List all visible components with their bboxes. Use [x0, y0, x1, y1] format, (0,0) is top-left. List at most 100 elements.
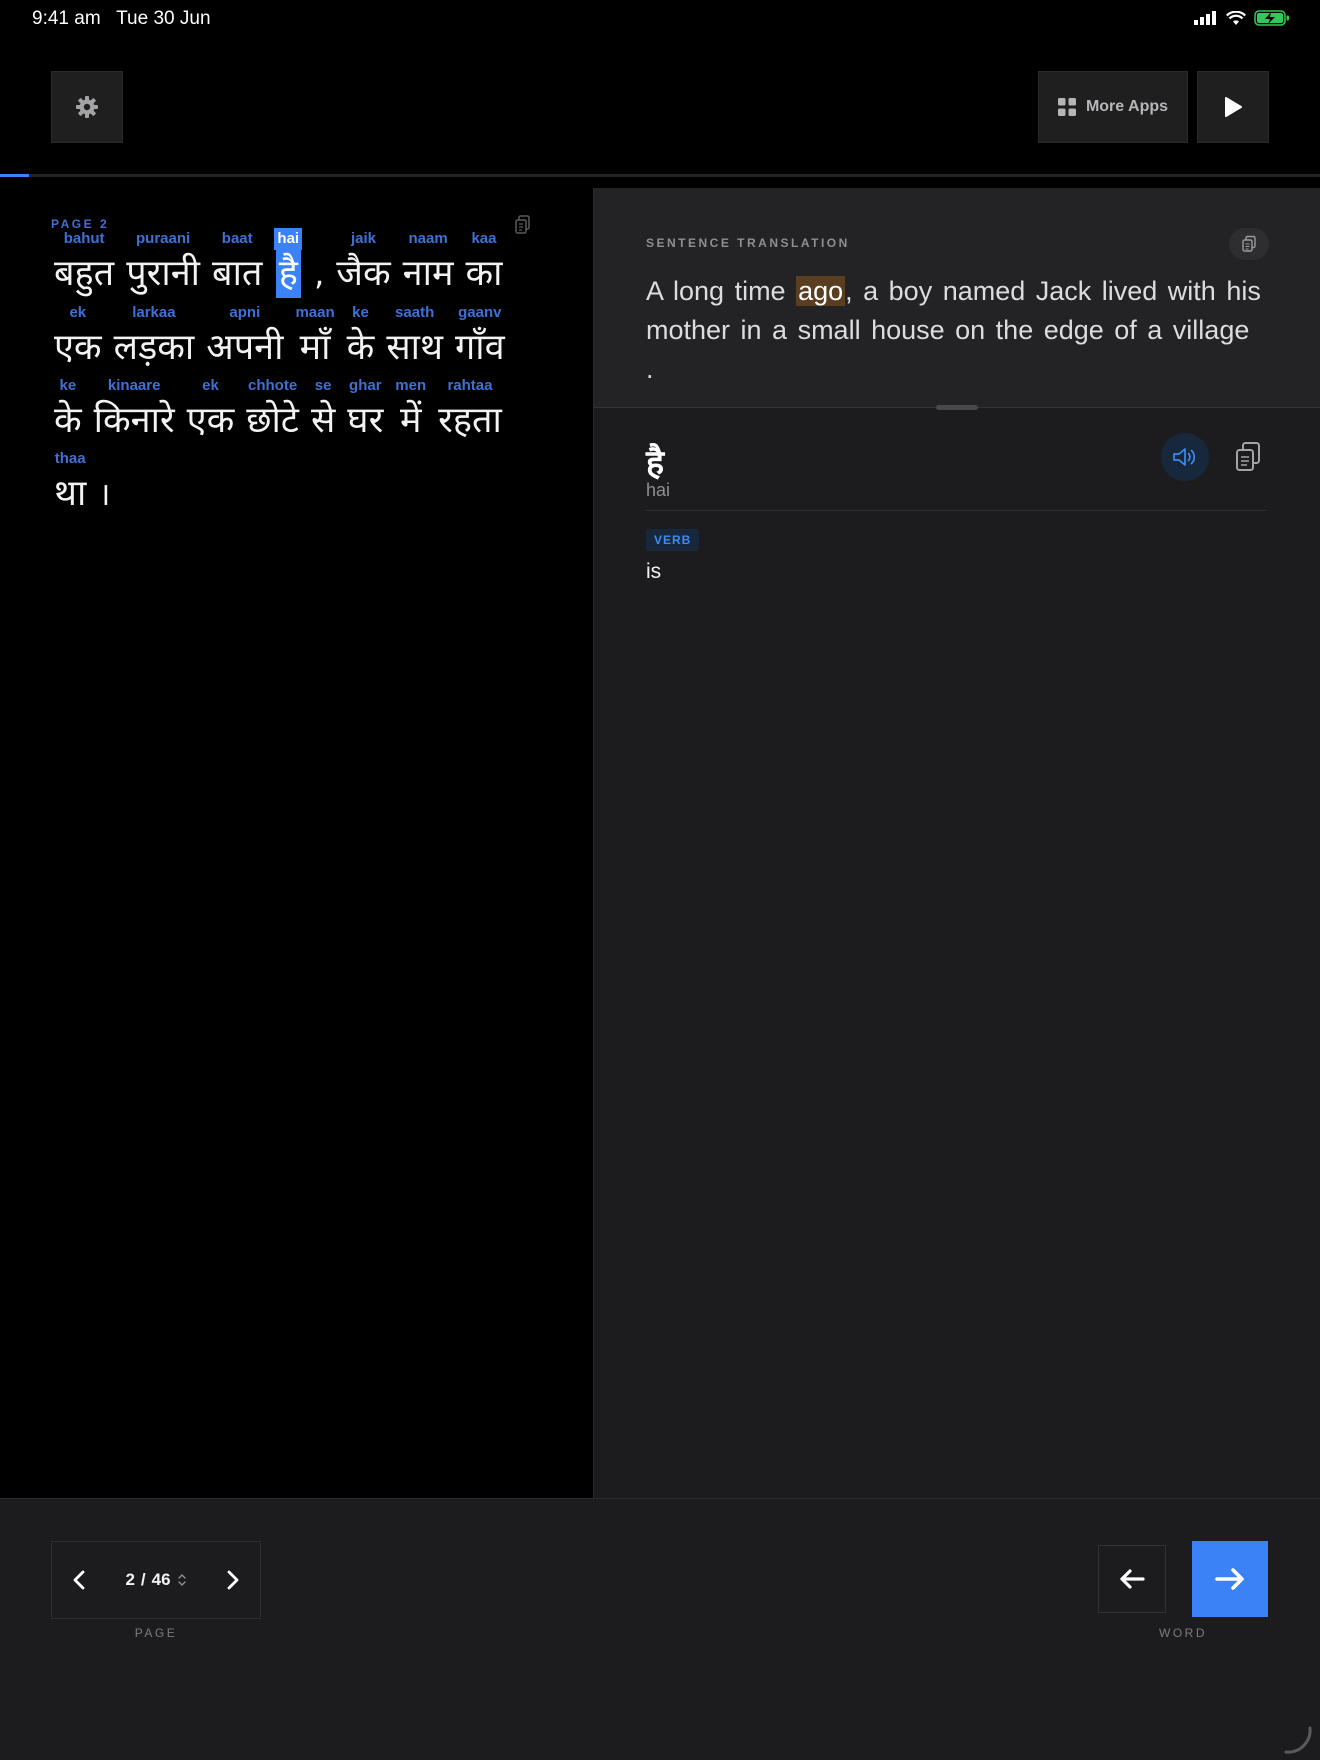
- hindi-word: बहुत: [54, 253, 115, 294]
- page-pager: 2 / 46: [51, 1541, 261, 1619]
- hindi-word: में: [399, 400, 422, 441]
- reading-progress-bar: [0, 174, 1320, 177]
- reader-word[interactable]: apni अपनी: [206, 302, 283, 372]
- word-divider: [646, 510, 1266, 511]
- reader-word[interactable]: se से: [311, 375, 335, 445]
- transliteration: chhote: [248, 377, 298, 394]
- status-time: 9:41 am Tue 30 Jun: [32, 8, 211, 30]
- transliteration: ke: [352, 304, 369, 321]
- transliteration: ke: [59, 377, 77, 394]
- transliteration: rahtaa: [447, 377, 493, 394]
- previous-word-button[interactable]: [1098, 1545, 1166, 1613]
- hindi-word: से: [310, 400, 336, 441]
- reading-progress-fill: [0, 174, 30, 177]
- reader-word[interactable]: rahtaa रहता: [438, 375, 502, 445]
- reader-panel: PAGE 2 bahut बहुत puraani पुरानी baat बात hai ह…: [0, 188, 593, 1498]
- reader-word-selected[interactable]: hai है: [274, 228, 303, 298]
- punctuation: ।: [98, 475, 111, 513]
- hindi-word: बात: [212, 253, 263, 294]
- selected-word-romanized: hai: [646, 480, 671, 500]
- transliteration: men: [395, 377, 427, 394]
- reader-word[interactable]: baat बात: [212, 228, 262, 298]
- reader-word[interactable]: chhote छोटे: [246, 375, 299, 445]
- next-word-button[interactable]: [1192, 1541, 1268, 1617]
- transliteration: larkaa: [132, 304, 176, 321]
- reader-word[interactable]: ek एक: [54, 302, 102, 372]
- hindi-word: एक: [186, 400, 235, 441]
- sentence-translation-card: SENTENCE TRANSLATION A long time ago, a …: [594, 188, 1320, 410]
- transliteration: maan: [295, 304, 335, 321]
- word-meaning: is: [646, 560, 662, 583]
- page-selector[interactable]: 2 / 46: [125, 1570, 186, 1590]
- punctuation: ,: [314, 255, 325, 293]
- hindi-word: था: [54, 473, 87, 514]
- arrow-right-icon: [1215, 1568, 1244, 1590]
- reader-word[interactable]: kinaare किनारे: [94, 375, 175, 445]
- copy-word-icon[interactable]: [1232, 440, 1264, 474]
- hindi-word: साथ: [386, 327, 443, 368]
- reader-word[interactable]: larkaa लड़का: [114, 302, 195, 372]
- resize-grip-icon: [1284, 1726, 1312, 1754]
- arrow-left-icon: [1120, 1569, 1145, 1589]
- hindi-word: पुरानी: [126, 253, 201, 294]
- hindi-word: माँ: [299, 327, 331, 368]
- transliteration: jaik: [350, 230, 376, 247]
- reader-word[interactable]: ke के: [347, 302, 375, 372]
- translation-heading: SENTENCE TRANSLATION: [646, 236, 850, 250]
- hindi-word: रहता: [438, 400, 502, 441]
- speak-word-button[interactable]: [1161, 433, 1209, 481]
- hindi-word: के: [54, 400, 82, 441]
- transliteration: thaa: [54, 450, 86, 467]
- speaker-icon: [1173, 448, 1196, 466]
- status-date: Tue 30 Jun: [116, 8, 211, 29]
- hindi-word: जैक: [336, 253, 391, 294]
- grid-icon: [1057, 98, 1076, 116]
- reader-word[interactable]: saath साथ: [386, 302, 443, 372]
- battery-charging-icon: [1254, 10, 1289, 26]
- reader-line: bahut बहुत puraani पुरानी baat बात hai है, jaik ज…: [54, 228, 514, 298]
- current-page: 2: [125, 1570, 135, 1589]
- reader-word[interactable]: ghar घर: [347, 375, 383, 445]
- reader-word[interactable]: kaa का: [466, 228, 503, 298]
- reader-word[interactable]: gaanv गाँव: [455, 302, 505, 372]
- transliteration: ghar: [349, 377, 382, 394]
- reader-word[interactable]: bahut बहुत: [54, 228, 114, 298]
- copy-icon: [1242, 235, 1256, 252]
- wifi-icon: [1226, 10, 1246, 25]
- reader-word[interactable]: maan माँ: [295, 302, 334, 372]
- reader-word[interactable]: naam नाम: [403, 228, 454, 298]
- copy-page-icon[interactable]: [512, 214, 534, 236]
- status-bar: 9:41 am Tue 30 Jun: [0, 0, 1320, 44]
- copy-translation-button[interactable]: [1229, 228, 1269, 260]
- page-nav-label: PAGE: [134, 1626, 178, 1640]
- detail-panel: SENTENCE TRANSLATION A long time ago, a …: [593, 188, 1320, 1498]
- resize-handle[interactable]: [936, 405, 978, 410]
- previous-page-icon[interactable]: [70, 1568, 90, 1592]
- gear-icon: [76, 96, 98, 118]
- cellular-signal-icon: [1194, 11, 1216, 25]
- reader-word[interactable]: ke के: [54, 375, 82, 445]
- hindi-word: छोटे: [246, 400, 299, 441]
- reader-line: thaa था ।: [54, 448, 122, 518]
- reader-word[interactable]: men में: [395, 375, 426, 445]
- reader-line: ke के kinaare किनारे ek एक chhote छोटे se से ghar घ…: [54, 375, 514, 445]
- hindi-word: घर: [347, 400, 384, 441]
- hindi-word: के: [346, 327, 375, 368]
- settings-button[interactable]: [51, 71, 123, 143]
- reader-word[interactable]: ek एक: [187, 375, 235, 445]
- reader-word[interactable]: puraani पुरानी: [126, 228, 200, 298]
- transliteration: hai: [274, 228, 303, 250]
- hindi-word: अपनी: [206, 327, 284, 368]
- reader-word[interactable]: jaik जैक: [336, 228, 390, 298]
- status-icons: [1194, 10, 1290, 26]
- translation-highlight-word[interactable]: ago: [796, 276, 846, 306]
- next-page-icon[interactable]: [222, 1568, 242, 1592]
- transliteration: baat: [221, 230, 253, 247]
- reader-line: ek एक larkaa लड़का apni अपनी maan माँ ke के saath स…: [54, 302, 517, 372]
- more-apps-button[interactable]: More Apps: [1038, 71, 1188, 143]
- transliteration: kaa: [471, 230, 497, 247]
- play-button[interactable]: [1197, 71, 1269, 143]
- reader-word[interactable]: thaa था: [54, 448, 86, 518]
- transliteration: kinaare: [107, 377, 161, 394]
- hindi-word: नाम: [402, 253, 454, 294]
